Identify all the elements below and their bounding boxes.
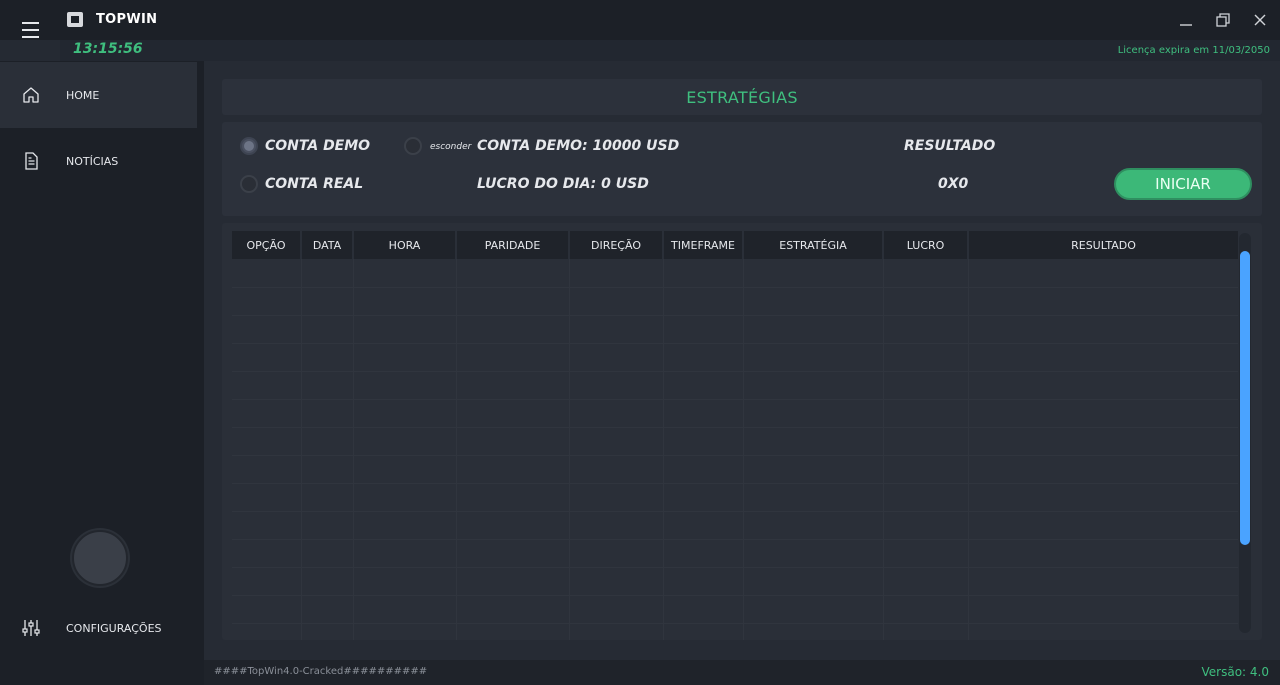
column-header[interactable]: TIMEFRAME bbox=[664, 231, 744, 259]
table-row bbox=[232, 539, 1238, 540]
version-label: Versão: 4.0 bbox=[1201, 665, 1269, 679]
column-header[interactable]: RESULTADO bbox=[969, 231, 1238, 259]
sidebar: HOME NOTÍCIAS CONFIGURAÇÕES bbox=[0, 61, 204, 685]
conta-real-radio[interactable] bbox=[240, 175, 258, 193]
status-text: ####TopWin4.0-Cracked########## bbox=[214, 666, 428, 677]
conta-demo-label[interactable]: CONTA DEMO bbox=[265, 138, 370, 154]
table-row bbox=[232, 623, 1238, 624]
operations-table: OPÇÃO DATA HORA PARIDADE DIREÇÃO TIMEFRA… bbox=[222, 223, 1262, 640]
sidebar-item-label: NOTÍCIAS bbox=[66, 154, 119, 168]
resultado-value: 0X0 bbox=[938, 176, 969, 192]
esconder-toggle[interactable] bbox=[404, 137, 422, 155]
lucro-dia-text: LUCRO DO DIA: 0 USD bbox=[477, 176, 649, 192]
saldo-text: CONTA DEMO: 10000 USD bbox=[477, 138, 680, 154]
status-bar: ####TopWin4.0-Cracked########## Versão: … bbox=[204, 660, 1280, 685]
minimize-icon[interactable] bbox=[1174, 8, 1198, 32]
conta-demo-radio[interactable] bbox=[240, 137, 258, 155]
column-header[interactable]: DATA bbox=[302, 231, 354, 259]
iniciar-button[interactable]: INICIAR bbox=[1114, 168, 1252, 200]
table-row bbox=[232, 511, 1238, 512]
table-row bbox=[232, 567, 1238, 568]
table-rows bbox=[232, 259, 1238, 640]
table-row bbox=[232, 595, 1238, 596]
table-row bbox=[232, 483, 1238, 484]
table-row bbox=[232, 343, 1238, 344]
info-bar bbox=[60, 40, 1280, 61]
main-content: ESTRATÉGIAS CONTA DEMO CONTA REAL escond… bbox=[204, 61, 1280, 660]
resultado-label: RESULTADO bbox=[904, 138, 996, 154]
clock: 13:15:56 bbox=[73, 41, 143, 57]
document-icon bbox=[25, 152, 38, 170]
restore-icon[interactable] bbox=[1211, 8, 1235, 32]
table-row bbox=[232, 455, 1238, 456]
column-header[interactable]: DIREÇÃO bbox=[570, 231, 664, 259]
esconder-label: esconder bbox=[430, 142, 472, 152]
column-header[interactable]: PARIDADE bbox=[457, 231, 570, 259]
close-icon[interactable] bbox=[1248, 8, 1272, 32]
column-header[interactable]: OPÇÃO bbox=[232, 231, 302, 259]
sliders-icon bbox=[22, 620, 40, 636]
table-row bbox=[232, 315, 1238, 316]
page-title: ESTRATÉGIAS bbox=[686, 88, 798, 107]
app-logo-icon bbox=[67, 12, 83, 27]
account-controls: CONTA DEMO CONTA REAL esconder CONTA DEM… bbox=[222, 122, 1262, 216]
sidebar-item-noticias[interactable]: NOTÍCIAS bbox=[0, 128, 197, 194]
table-row bbox=[232, 287, 1238, 288]
column-header[interactable]: HORA bbox=[354, 231, 457, 259]
scrollbar-thumb[interactable] bbox=[1240, 251, 1250, 545]
column-header[interactable]: ESTRATÉGIA bbox=[744, 231, 884, 259]
title-bar bbox=[0, 0, 1280, 40]
table-row bbox=[232, 427, 1238, 428]
sidebar-item-label: HOME bbox=[66, 88, 100, 102]
avatar[interactable] bbox=[72, 530, 128, 586]
sidebar-item-label: CONFIGURAÇÕES bbox=[66, 621, 162, 635]
sidebar-item-configuracoes[interactable]: CONFIGURAÇÕES bbox=[0, 595, 197, 661]
column-header[interactable]: LUCRO bbox=[884, 231, 969, 259]
table-row bbox=[232, 371, 1238, 372]
table-header: OPÇÃO DATA HORA PARIDADE DIREÇÃO TIMEFRA… bbox=[232, 231, 1238, 259]
table-row bbox=[232, 399, 1238, 400]
home-icon bbox=[23, 87, 39, 103]
conta-real-label[interactable]: CONTA REAL bbox=[265, 176, 363, 192]
sidebar-item-home[interactable]: HOME bbox=[0, 62, 197, 128]
license-expiry: Licença expira em 11/03/2050 bbox=[1117, 45, 1270, 56]
strategies-header: ESTRATÉGIAS bbox=[222, 79, 1262, 115]
app-title: TOPWIN bbox=[96, 12, 158, 27]
menu-icon[interactable] bbox=[0, 0, 60, 60]
